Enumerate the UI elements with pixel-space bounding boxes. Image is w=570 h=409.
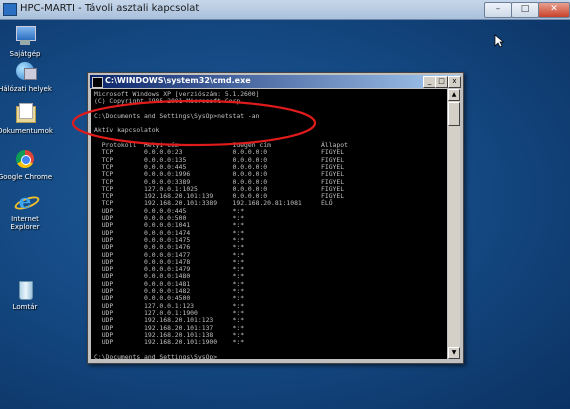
desktop-icon-label: Sajátgép <box>9 50 41 58</box>
minimize-button[interactable]: – <box>484 2 512 18</box>
scroll-up-arrow-icon[interactable]: ▲ <box>448 89 460 101</box>
cmd-maximize-button[interactable]: □ <box>435 76 448 88</box>
cmd-window[interactable]: C:\WINDOWS\system32\cmd.exe _ □ x Micros… <box>87 72 464 364</box>
network-places-icon <box>14 60 37 82</box>
computer-icon <box>14 25 36 47</box>
remote-desktop-title: HPC-MARTI - Távoli asztali kapcsolat <box>20 3 200 14</box>
scroll-down-arrow-icon[interactable]: ▼ <box>448 347 460 359</box>
vertical-scrollbar[interactable]: ▲ ▼ <box>448 89 460 359</box>
desktop-icon-my-computer[interactable]: Sajátgép <box>0 25 53 58</box>
remote-desktop-titlebar[interactable]: HPC-MARTI - Távoli asztali kapcsolat – □… <box>0 0 570 20</box>
console-output[interactable]: Microsoft Windows XP [verziószám: 5.1.26… <box>91 89 447 359</box>
desktop-icon-label: Hálózati helyek <box>0 85 52 93</box>
recycle-bin-icon <box>14 278 36 300</box>
documents-icon <box>14 102 36 124</box>
maximize-button[interactable]: □ <box>511 2 539 18</box>
desktop-icon-label: Dokumentumok <box>0 127 53 135</box>
console-line: Aktív kapcsolatok <box>94 126 160 135</box>
cmd-titlebar[interactable]: C:\WINDOWS\system32\cmd.exe _ □ x <box>90 75 461 88</box>
internet-explorer-icon: e <box>13 190 41 213</box>
chrome-icon <box>14 148 36 170</box>
cmd-title: C:\WINDOWS\system32\cmd.exe <box>105 76 251 85</box>
console-line: UDP 192.168.20.101:1900 *:* <box>101 338 245 347</box>
desktop-icon-network-places[interactable]: Hálózati helyek <box>0 60 53 93</box>
desktop-icon-label: Internet Explorer <box>10 215 40 231</box>
desktop-icon-internet-explorer[interactable]: e Internet Explorer <box>0 190 53 231</box>
console-line: (C) Copyright 1985-2001 Microsoft Corp. <box>94 97 245 106</box>
remote-desktop-area: Sajátgép Hálózati helyek Dokumentumok Go… <box>0 20 570 409</box>
desktop-icon-label: Lomtár <box>12 303 38 311</box>
remote-desktop-icon <box>3 3 17 16</box>
console-text: Microsoft Windows XP [verziószám: 5.1.26… <box>91 89 447 359</box>
cmd-icon <box>92 77 103 88</box>
desktop-icon-documents[interactable]: Dokumentumok <box>0 102 53 135</box>
desktop-icon-label: Google Chrome <box>0 173 53 181</box>
desktop-icon-google-chrome[interactable]: Google Chrome <box>0 148 53 181</box>
desktop-icon-recycle-bin[interactable]: Lomtár <box>0 278 53 311</box>
mouse-cursor-icon <box>494 34 504 48</box>
cmd-close-button[interactable]: x <box>448 76 461 88</box>
close-button[interactable]: ✕ <box>538 2 570 18</box>
scrollbar-thumb[interactable] <box>448 102 460 126</box>
console-line: C:\Documents and Settings\SysOp>netstat … <box>94 111 260 120</box>
console-line: C:\Documents and Settings\SysOp>_ <box>94 352 221 359</box>
